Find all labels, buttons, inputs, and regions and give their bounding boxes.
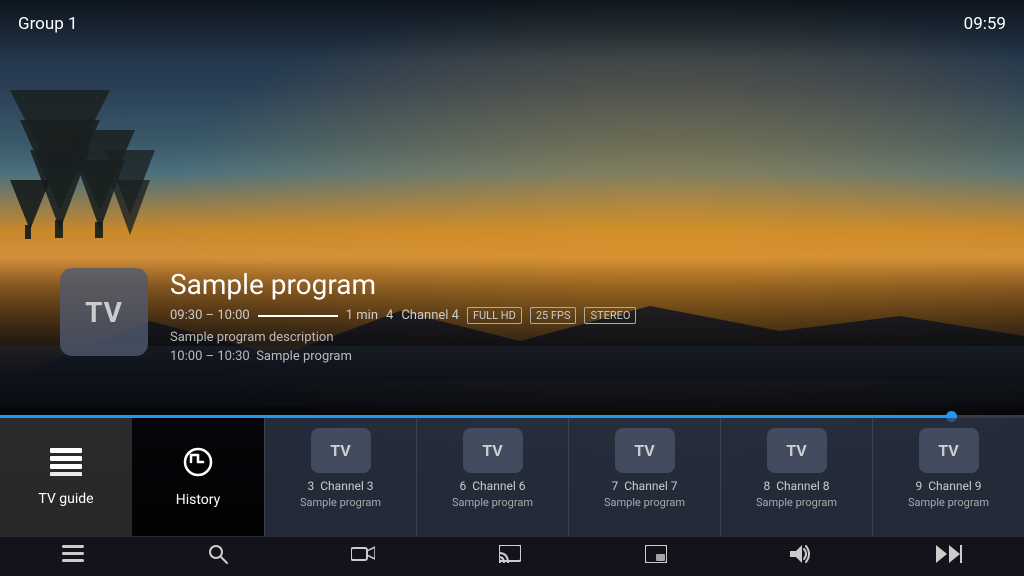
channel-9-name: 9 Channel 9 xyxy=(916,479,982,493)
program-title: Sample program xyxy=(170,268,984,301)
top-gradient xyxy=(0,0,1024,60)
trees-silhouette xyxy=(0,50,220,270)
channel-3-name: 3 Channel 3 xyxy=(308,479,374,493)
channel-3-logo: TV xyxy=(311,428,371,473)
channel-number: 4 xyxy=(386,308,393,323)
badge-fullhd: FULL HD xyxy=(467,307,522,324)
channel-6-name: 6 Channel 6 xyxy=(460,479,526,493)
channel-7-logo: TV xyxy=(615,428,675,473)
pip-icon[interactable] xyxy=(635,541,677,572)
volume-icon[interactable] xyxy=(780,541,822,572)
camera-icon[interactable] xyxy=(341,541,385,572)
channel-item-8[interactable]: TV 8 Channel 8 Sample program xyxy=(720,418,872,536)
channel-7-name: 7 Channel 7 xyxy=(612,479,678,493)
channel-strip: TV guide History TV 3 Channel 3 Sample p… xyxy=(0,418,1024,536)
program-meta: 09:30 – 10:00 1 min 4 Channel 4 FULL HD … xyxy=(170,307,984,324)
forward-icon[interactable] xyxy=(926,541,972,572)
badge-fps: 25 FPS xyxy=(530,307,577,324)
tv-guide-icon xyxy=(50,448,82,483)
progress-line xyxy=(258,315,338,317)
next-program-name: Sample program xyxy=(256,349,352,364)
history-label: History xyxy=(176,492,221,508)
channel-9-program: Sample program xyxy=(908,496,989,509)
channel-item-9[interactable]: TV 9 Channel 9 Sample program xyxy=(872,418,1024,536)
channel-9-logo: TV xyxy=(919,428,979,473)
channel-6-logo: TV xyxy=(463,428,523,473)
channel-8-name: 8 Channel 8 xyxy=(764,479,830,493)
taskbar xyxy=(0,536,1024,576)
channel-item-6[interactable]: TV 6 Channel 6 Sample program xyxy=(416,418,568,536)
tv-guide-label: TV guide xyxy=(38,491,93,507)
duration: 1 min xyxy=(346,308,378,323)
channel-7-program: Sample program xyxy=(604,496,685,509)
nav-item-history[interactable]: History xyxy=(132,418,264,536)
channel-3-program: Sample program xyxy=(300,496,381,509)
channel-6-program: Sample program xyxy=(452,496,533,509)
cast-icon[interactable] xyxy=(489,541,531,572)
program-next: 10:00 – 10:30 Sample program xyxy=(170,349,984,364)
program-details: Sample program 09:30 – 10:00 1 min 4 Cha… xyxy=(170,268,984,364)
channel-8-program: Sample program xyxy=(756,496,837,509)
group-label: Group 1 xyxy=(18,14,78,34)
nav-item-tv-guide[interactable]: TV guide xyxy=(0,418,132,536)
clock: 09:59 xyxy=(964,14,1006,34)
badge-stereo: STEREO xyxy=(584,307,636,324)
time-range: 09:30 – 10:00 xyxy=(170,308,250,323)
history-icon xyxy=(183,447,213,484)
channel-item-3[interactable]: TV 3 Channel 3 Sample program xyxy=(264,418,416,536)
channel-name: Channel 4 xyxy=(401,308,459,323)
channel-logo: TV xyxy=(60,268,148,356)
menu-icon[interactable] xyxy=(52,541,94,572)
program-description: Sample program description xyxy=(170,330,984,345)
channel-item-7[interactable]: TV 7 Channel 7 Sample program xyxy=(568,418,720,536)
channel-8-logo: TV xyxy=(767,428,827,473)
next-time: 10:00 – 10:30 xyxy=(170,349,250,364)
program-info: TV Sample program 09:30 – 10:00 1 min 4 … xyxy=(60,268,984,364)
search-icon[interactable] xyxy=(198,540,238,573)
